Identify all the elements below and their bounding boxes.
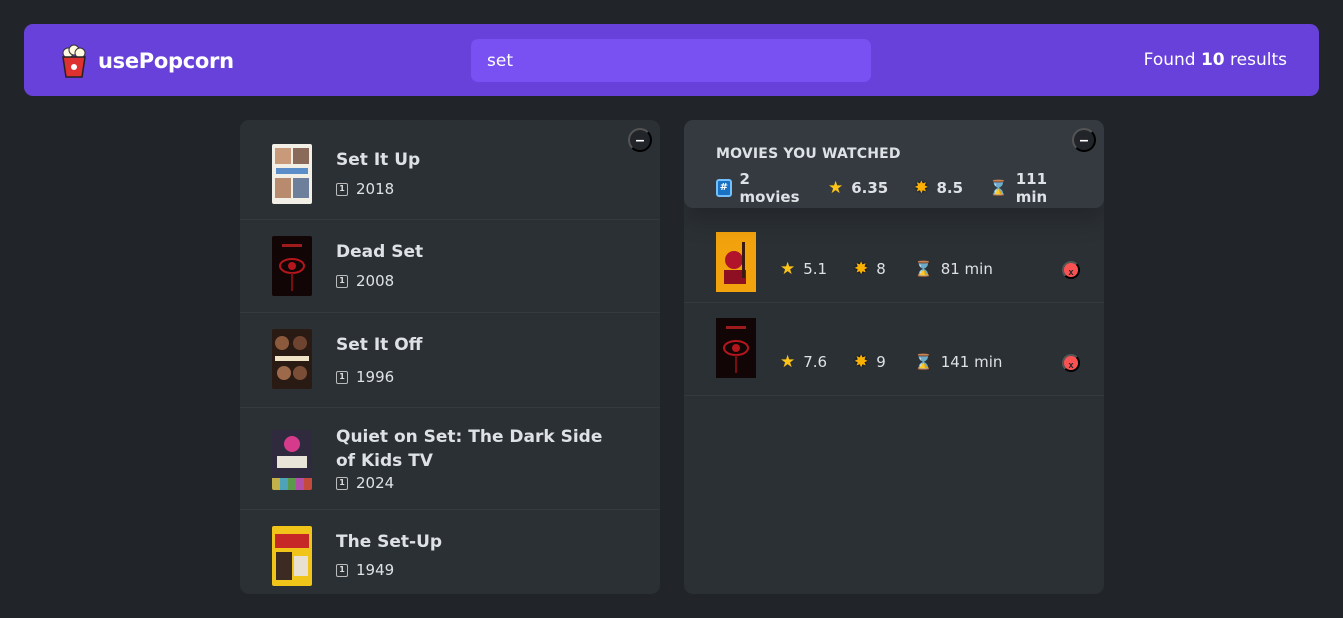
summary-stats: # 2 movies ★ 6.35 ✸ 8.5 ⌛ 111 min	[716, 170, 1072, 206]
results-suffix: results	[1230, 50, 1287, 70]
glowing-star-icon: ✸	[854, 351, 869, 372]
calendar-icon: 1	[336, 182, 348, 196]
movie-list-item[interactable]: The Set-Up 1 1949	[240, 510, 660, 594]
runtime: ⌛ 81 min	[914, 260, 993, 278]
movie-year-value: 2008	[356, 272, 395, 290]
movie-title: Set It Off	[336, 335, 423, 355]
movie-poster	[272, 430, 312, 490]
results-number: 10	[1200, 50, 1225, 70]
delete-watched-button[interactable]: x	[1062, 261, 1080, 279]
summary-movies-value: 2 movies	[739, 170, 800, 206]
movie-year: 1 2018	[336, 180, 394, 198]
summary-user-value: 8.5	[936, 179, 964, 197]
search-results-box: – Set It Up 1 2018 Dead Set 1 2008 Set I…	[240, 120, 660, 594]
hashtag-icon: #	[716, 179, 732, 197]
movie-title: The Set-Up	[336, 532, 443, 552]
summary-imdb-rating: ★ 6.35	[828, 179, 888, 197]
summary-runtime: ⌛ 111 min	[989, 170, 1047, 206]
imdb-rating-value: 5.1	[803, 260, 828, 278]
movie-title: Quiet on Set: The Dark Side of Kids TV	[336, 427, 603, 471]
runtime-value: 141 min	[940, 353, 1003, 371]
watched-heading: MOVIES YOU WATCHED	[716, 146, 901, 162]
movie-poster	[272, 236, 312, 296]
calendar-icon: 1	[336, 370, 348, 384]
watched-movie-item[interactable]: ★ 5.1 ✸ 8 ⌛ 81 min x	[684, 210, 1104, 303]
summary-imdb-value: 6.35	[851, 179, 889, 197]
movie-year-value: 1949	[356, 561, 395, 579]
imdb-rating: ★ 5.1	[780, 260, 854, 278]
runtime-value: 81 min	[940, 260, 993, 278]
movie-poster	[716, 232, 756, 292]
summary-movies-count: # 2 movies	[716, 170, 802, 206]
logo: usePopcorn	[60, 44, 234, 78]
search-input[interactable]	[471, 39, 871, 82]
movie-poster	[716, 318, 756, 378]
movie-poster	[272, 144, 312, 204]
summary-user-rating: ✸ 8.5	[914, 179, 963, 197]
user-rating: ✸ 9	[854, 353, 914, 371]
runtime: ⌛ 141 min	[914, 353, 1002, 371]
user-rating-value: 8	[876, 260, 886, 278]
imdb-rating: ★ 7.6	[780, 353, 854, 371]
collapse-results-button[interactable]: –	[628, 128, 652, 152]
glowing-star-icon: ✸	[914, 177, 929, 198]
results-prefix: Found	[1143, 50, 1196, 70]
results-count: Found 10 results	[1144, 50, 1287, 70]
movie-poster	[272, 526, 312, 586]
star-icon: ★	[827, 177, 844, 198]
movie-year: 1 2024	[336, 474, 394, 492]
delete-watched-button[interactable]: x	[1062, 354, 1080, 372]
imdb-rating-value: 7.6	[803, 353, 828, 371]
summary-runtime-value: 111 min	[1015, 170, 1048, 206]
watched-summary: MOVIES YOU WATCHED # 2 movies ★ 6.35 ✸ 8…	[684, 120, 1104, 208]
user-rating: ✸ 8	[854, 260, 914, 278]
watched-box: – MOVIES YOU WATCHED # 2 movies ★ 6.35 ✸…	[684, 120, 1104, 594]
movie-list-item[interactable]: Quiet on Set: The Dark Side of Kids TV 1…	[240, 408, 660, 510]
movie-year: 1 1996	[336, 368, 394, 386]
watched-movie-stats: ★ 7.6 ✸ 9 ⌛ 141 min	[780, 353, 1002, 371]
movie-title: Dead Set	[336, 242, 424, 262]
glowing-star-icon: ✸	[854, 258, 869, 279]
movie-list-item[interactable]: Set It Up 1 2018	[240, 120, 660, 220]
navbar: usePopcorn Found 10 results	[24, 24, 1319, 96]
movie-year-value: 2024	[356, 474, 395, 492]
watched-movie-item[interactable]: ★ 7.6 ✸ 9 ⌛ 141 min x	[684, 303, 1104, 396]
movie-list-item[interactable]: Dead Set 1 2008	[240, 220, 660, 313]
movie-year: 1 1949	[336, 561, 394, 579]
calendar-icon: 1	[336, 563, 348, 577]
calendar-icon: 1	[336, 274, 348, 288]
movie-year: 1 2008	[336, 272, 394, 290]
app-name: usePopcorn	[98, 49, 234, 73]
collapse-watched-button[interactable]: –	[1072, 128, 1096, 152]
movie-year-value: 2018	[356, 180, 395, 198]
movie-poster	[272, 329, 312, 389]
star-icon: ★	[780, 351, 796, 372]
popcorn-icon	[62, 44, 86, 78]
movie-title: Set It Up	[336, 150, 421, 170]
movie-list-item[interactable]: Set It Off 1 1996	[240, 313, 660, 408]
watched-movie-stats: ★ 5.1 ✸ 8 ⌛ 81 min	[780, 260, 993, 278]
hourglass-icon: ⌛	[989, 179, 1008, 197]
user-rating-value: 9	[876, 353, 886, 371]
star-icon: ★	[780, 258, 796, 279]
hourglass-icon: ⌛	[914, 260, 933, 278]
calendar-icon: 1	[336, 476, 348, 490]
hourglass-icon: ⌛	[914, 353, 933, 371]
movie-year-value: 1996	[356, 368, 395, 386]
